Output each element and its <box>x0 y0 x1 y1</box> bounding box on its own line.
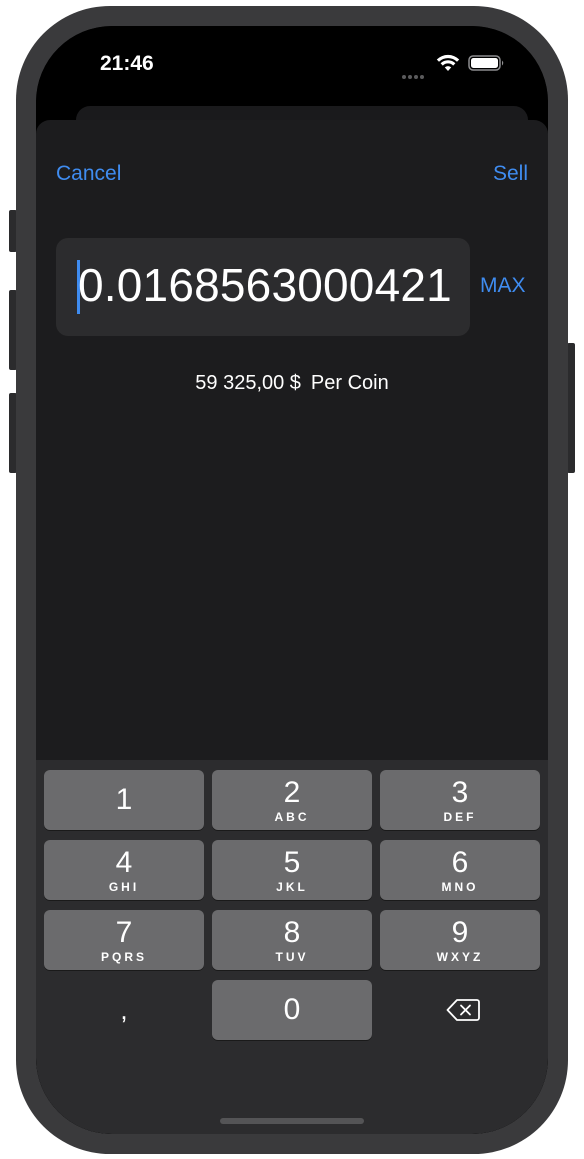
key-2[interactable]: 2 ABC <box>212 770 372 830</box>
key-letters: MNO <box>441 880 479 894</box>
key-6[interactable]: 6 MNO <box>380 840 540 900</box>
key-delete[interactable] <box>380 980 540 1040</box>
key-letters: GHI <box>108 880 140 894</box>
key-5[interactable]: 5 JKL <box>212 840 372 900</box>
key-digit: 2 <box>283 776 301 809</box>
price-value: 59 325,00 $ <box>195 372 301 394</box>
amount-input[interactable]: 0.0168563000421 <box>56 238 470 336</box>
key-digit: 4 <box>115 846 133 879</box>
key-letters: ABC <box>274 810 310 824</box>
key-letters: DEF <box>443 810 477 824</box>
key-digit: , <box>120 995 128 1025</box>
amount-value: 0.0168563000421 <box>78 259 452 311</box>
key-letters: TUV <box>275 950 309 964</box>
sell-button[interactable]: Sell <box>493 162 528 186</box>
wifi-icon <box>436 54 460 71</box>
key-0[interactable]: 0 <box>212 980 372 1040</box>
max-button[interactable]: MAX <box>480 274 526 298</box>
screen: 21:46 Cancel Sell 0.0168563000421 MAX 59… <box>36 26 548 1134</box>
price-per-coin: 59 325,00 $ Per Coin <box>36 372 548 395</box>
key-3[interactable]: 3 DEF <box>380 770 540 830</box>
key-digit: 5 <box>283 846 301 879</box>
home-indicator <box>220 1118 364 1124</box>
price-suffix: Per Coin <box>310 372 389 394</box>
status-time: 21:46 <box>100 52 154 75</box>
backspace-icon <box>446 999 480 1021</box>
key-digit: 0 <box>283 993 301 1026</box>
signal-dots-icon <box>402 66 428 79</box>
key-letters: PQRS <box>100 950 147 964</box>
key-9[interactable]: 9 WXYZ <box>380 910 540 970</box>
phone-frame: 21:46 Cancel Sell 0.0168563000421 MAX 59… <box>16 6 568 1154</box>
key-1[interactable]: 1 <box>44 770 204 830</box>
phone-bezel: 21:46 Cancel Sell 0.0168563000421 MAX 59… <box>36 26 548 1134</box>
power-button <box>567 343 575 473</box>
key-4[interactable]: 4 GHI <box>44 840 204 900</box>
key-letters: WXYZ <box>436 950 484 964</box>
key-7[interactable]: 7 PQRS <box>44 910 204 970</box>
key-digit: 9 <box>451 916 469 949</box>
key-digit: 1 <box>115 783 133 816</box>
numeric-keypad: 1 2 ABC 3 DEF 4 GHI 5 JKL 6 MNO 7 PQRS 8… <box>36 760 548 1134</box>
battery-icon <box>468 55 504 71</box>
key-decimal[interactable]: , <box>44 980 204 1040</box>
cancel-button[interactable]: Cancel <box>56 162 121 186</box>
key-digit: 6 <box>451 846 469 879</box>
key-digit: 8 <box>283 916 301 949</box>
key-letters: JKL <box>276 880 308 894</box>
key-digit: 7 <box>115 916 133 949</box>
key-digit: 3 <box>451 776 469 809</box>
key-8[interactable]: 8 TUV <box>212 910 372 970</box>
